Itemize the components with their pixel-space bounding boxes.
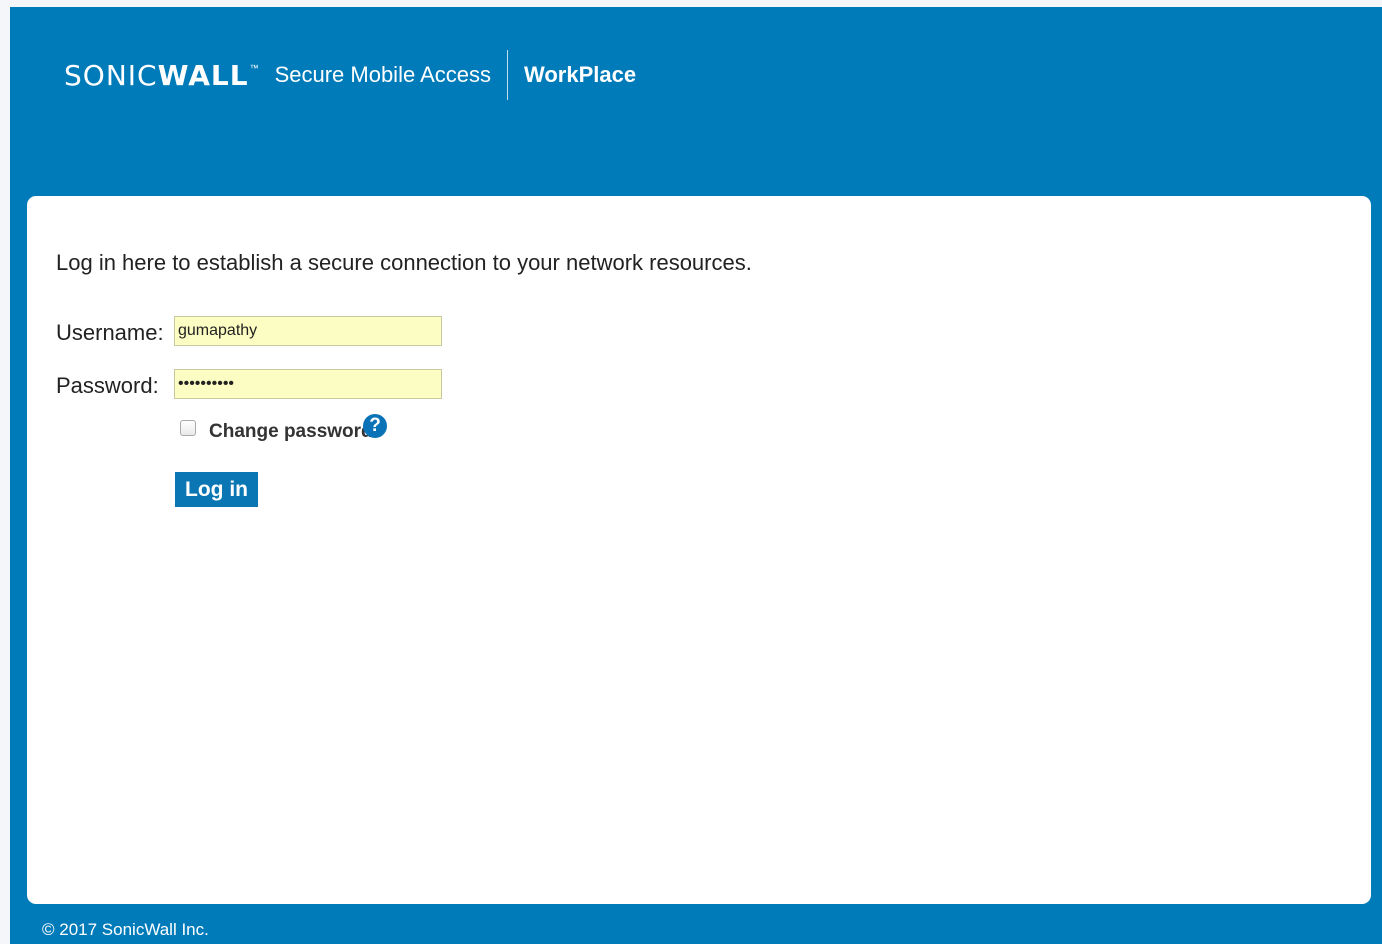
header-divider: [507, 50, 508, 100]
username-input[interactable]: [174, 316, 442, 346]
page-frame: SONIC WALL ™ Secure Mobile Access WorkPl…: [0, 0, 1382, 944]
help-icon[interactable]: ?: [363, 414, 387, 438]
login-button[interactable]: Log in: [175, 472, 258, 507]
change-password-checkbox[interactable]: [180, 420, 196, 436]
portal-name: WorkPlace: [524, 62, 637, 87]
change-password-label[interactable]: Change password: [209, 421, 373, 443]
sonicwall-logo: SONIC WALL ™: [64, 59, 259, 92]
logo-bold: WALL: [157, 58, 249, 92]
password-label: Password:: [56, 373, 159, 398]
product-name: Secure Mobile Access: [274, 62, 491, 87]
username-label: Username:: [56, 320, 164, 345]
login-intro: Log in here to establish a secure connec…: [56, 250, 752, 275]
header: SONIC WALL ™ Secure Mobile Access WorkPl…: [64, 45, 636, 105]
logo-trademark: ™: [249, 63, 259, 73]
footer-copyright: © 2017 SonicWall Inc.: [42, 920, 209, 939]
password-input[interactable]: ••••••••••: [174, 369, 442, 399]
login-card: Log in here to establish a secure connec…: [27, 196, 1371, 904]
logo-prefix: SONIC: [64, 58, 158, 92]
